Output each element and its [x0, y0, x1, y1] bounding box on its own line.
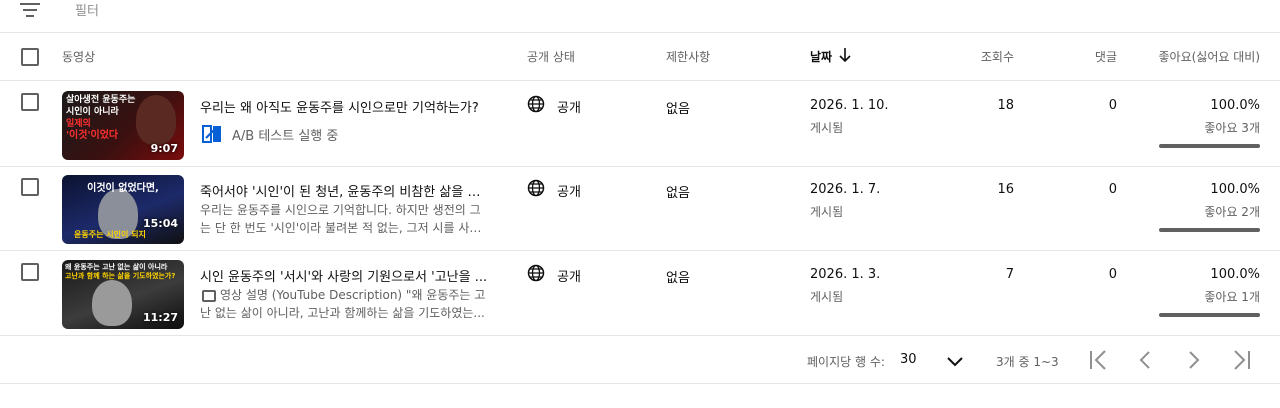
- restrictions-value: 없음: [666, 102, 690, 117]
- views-count: 7: [1005, 267, 1014, 282]
- visibility-label: 공개: [557, 185, 581, 200]
- likes-percent: 100.0%: [1210, 267, 1260, 282]
- table-row[interactable]: 살아생전 윤동주는 시인이 아니라 일제의 '이것'이었다 9:07 우리는 왜…: [0, 82, 1280, 167]
- table-row[interactable]: 이것이 없었다면, 윤동주는 시인이 되지 15:04 죽어서야 '시인'이 된…: [0, 166, 1280, 251]
- globe-icon: [527, 179, 545, 197]
- rows-per-page-label: 페이지당 행 수:: [807, 355, 885, 369]
- thumbnail-text: '이것'이었다: [66, 130, 119, 141]
- thumbnail-text: 이것이 없었다면,: [87, 183, 159, 194]
- likes-ratio-fill: [1159, 228, 1260, 232]
- video-title[interactable]: 우리는 왜 아직도 윤동주를 시인으로만 기억하는가?: [200, 97, 490, 116]
- pagination-bar: 페이지당 행 수: 30 3개 중 1~3: [0, 336, 1280, 384]
- likes-count: 좋아요 1개: [1204, 290, 1260, 304]
- publish-date: 2026. 1. 3.: [810, 267, 881, 282]
- publish-status: 게시됨: [810, 121, 844, 135]
- thumbnail-text: 살아생전 윤동주는: [66, 95, 136, 105]
- thumbnail-text: 윤동주는 시인이 되지: [74, 230, 146, 239]
- visibility-label: 공개: [557, 101, 581, 116]
- video-thumbnail[interactable]: 살아생전 윤동주는 시인이 아니라 일제의 '이것'이었다 9:07: [62, 91, 184, 160]
- row-checkbox[interactable]: [21, 93, 39, 111]
- views-count: 18: [997, 98, 1014, 113]
- restrictions-value: 없음: [666, 186, 690, 201]
- rows-per-page-select[interactable]: 30: [900, 352, 917, 367]
- column-restrictions: 제한사항: [666, 50, 711, 64]
- column-date[interactable]: 날짜: [810, 48, 832, 65]
- filter-bar: 필터: [0, 0, 1280, 33]
- select-all-checkbox[interactable]: [21, 48, 39, 66]
- row-checkbox[interactable]: [21, 178, 39, 196]
- chevron-down-icon[interactable]: [945, 351, 965, 371]
- views-count: 16: [997, 182, 1014, 197]
- video-title[interactable]: 시인 윤동주의 '서시'와 사랑의 기원으로서 '고난을 ...: [200, 266, 490, 285]
- globe-icon: [527, 264, 545, 282]
- video-duration: 9:07: [150, 142, 178, 155]
- likes-ratio-bar: [1159, 144, 1260, 148]
- column-comments[interactable]: 댓글: [1095, 48, 1117, 65]
- arrow-down-icon[interactable]: [838, 47, 852, 63]
- likes-ratio-bar: [1159, 313, 1260, 317]
- page-range: 3개 중 1~3: [996, 355, 1059, 369]
- video-description-line: 난 없는 삶이 아니라, 고난과 함께하는 삶을 기도하였는...: [200, 306, 485, 320]
- likes-ratio-fill: [1159, 313, 1260, 317]
- video-duration: 15:04: [142, 217, 178, 230]
- previous-page-icon[interactable]: [1133, 347, 1159, 373]
- likes-ratio-fill: [1159, 144, 1260, 148]
- table-header: 동영상 공개 상태 제한사항 날짜 조회수 댓글 좋아요(싫어요 대비): [0, 33, 1280, 81]
- comments-count: 0: [1108, 267, 1117, 282]
- video-description-line: 는 단 한 번도 '시인'이라 불려본 적 없는, 그저 시를 사랑...: [200, 221, 490, 235]
- likes-count: 좋아요 2개: [1204, 205, 1260, 219]
- visibility-label: 공개: [557, 270, 581, 285]
- table-row[interactable]: 왜 윤동주는 고난 없는 삶이 아니라 고난과 함께 하는 삶을 기도하였는가?…: [0, 251, 1280, 336]
- ab-test-icon: [202, 125, 221, 143]
- row-checkbox[interactable]: [21, 263, 39, 281]
- column-video: 동영상: [62, 50, 96, 64]
- publish-status: 게시됨: [810, 205, 844, 219]
- column-visibility: 공개 상태: [527, 50, 575, 64]
- likes-percent: 100.0%: [1210, 98, 1260, 113]
- video-description-line: 영상 설명 (YouTube Description) "왜 윤동주는 고: [220, 288, 486, 302]
- likes-count: 좋아요 3개: [1204, 121, 1260, 135]
- publish-status: 게시됨: [810, 290, 844, 304]
- thumbnail-text: 시인이 아니라: [66, 107, 119, 117]
- restrictions-value: 없음: [666, 271, 690, 286]
- publish-date: 2026. 1. 10.: [810, 98, 889, 113]
- globe-icon: [527, 95, 545, 113]
- thumbnail-text: 고난과 함께 하는 삶을 기도하였는가?: [65, 272, 176, 280]
- video-thumbnail[interactable]: 이것이 없었다면, 윤동주는 시인이 되지 15:04: [62, 175, 184, 244]
- next-page-icon[interactable]: [1180, 347, 1206, 373]
- video-description-icon: [202, 290, 216, 302]
- video-thumbnail[interactable]: 왜 윤동주는 고난 없는 삶이 아니라 고난과 함께 하는 삶을 기도하였는가?…: [62, 260, 184, 329]
- video-duration: 11:27: [142, 311, 178, 324]
- filter-input[interactable]: 필터: [75, 0, 99, 19]
- filter-lines-icon[interactable]: [20, 3, 40, 17]
- last-page-icon[interactable]: [1228, 347, 1254, 373]
- likes-percent: 100.0%: [1210, 182, 1260, 197]
- comments-count: 0: [1108, 98, 1117, 113]
- column-likes[interactable]: 좋아요(싫어요 대비): [1159, 48, 1261, 65]
- ab-test-label: A/B 테스트 실행 중: [232, 129, 339, 144]
- video-description-line: 우리는 윤동주를 시인으로 기억합니다. 하지만 생전의 그: [200, 203, 481, 217]
- column-views[interactable]: 조회수: [981, 48, 1014, 65]
- video-title[interactable]: 죽어서야 '시인'이 된 청년, 윤동주의 비참한 삶을 다...: [200, 181, 490, 200]
- thumbnail-text: 일제의: [66, 119, 91, 129]
- first-page-icon[interactable]: [1086, 347, 1112, 373]
- thumbnail-text: 왜 윤동주는 고난 없는 삶이 아니라: [65, 263, 168, 271]
- likes-ratio-bar: [1159, 228, 1260, 232]
- comments-count: 0: [1108, 182, 1117, 197]
- publish-date: 2026. 1. 7.: [810, 182, 881, 197]
